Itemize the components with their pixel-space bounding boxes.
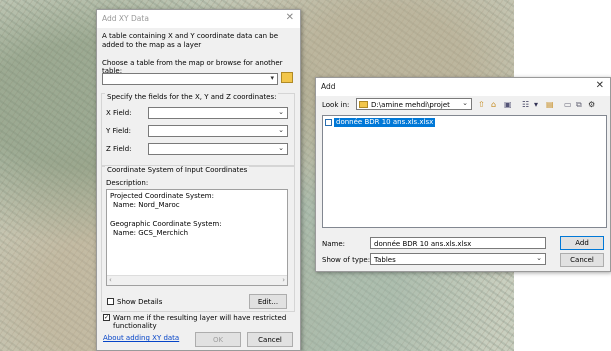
z-field-label: Z Field: [106, 145, 132, 153]
help-link[interactable]: About adding XY data [103, 334, 179, 342]
chevron-down-icon[interactable]: ⌄ [278, 144, 284, 152]
copy-icon[interactable]: ⧉ [576, 99, 582, 111]
name-input[interactable]: donnée BDR 10 ans.xls.xlsx [370, 237, 546, 249]
type-value: Tables [374, 256, 396, 264]
ok-button[interactable]: OK [195, 332, 241, 347]
title-bar[interactable]: Add ✕ [316, 78, 610, 96]
folder-icon [359, 101, 368, 108]
look-in-value: D:\amine mehdi\projet [371, 101, 450, 109]
up-folder-icon[interactable]: ⇧ [478, 99, 485, 111]
type-select[interactable]: Tables ⌄ [370, 253, 546, 265]
coord-description-box[interactable]: Projected Coordinate System: Name: Nord_… [106, 189, 288, 286]
catalog-icon[interactable]: ▭ [564, 99, 572, 111]
name-label: Name: [322, 240, 346, 248]
close-icon[interactable]: ✕ [596, 80, 604, 91]
toolbar: ⇧ ⌂ ▣ ☷ ▾ ▤ ▭ ⧉ ⚙ [476, 99, 608, 111]
edit-button[interactable]: Edit... [249, 294, 287, 309]
chevron-down-icon[interactable]: ⌄ [536, 254, 542, 262]
file-list[interactable]: donnée BDR 10 ans.xls.xlsx [322, 115, 607, 228]
new-folder-icon[interactable]: ▤ [546, 99, 554, 111]
connect-folder-icon[interactable]: ▣ [504, 99, 512, 111]
description-line: Geographic Coordinate System: [110, 220, 222, 228]
scroll-right-icon[interactable]: › [282, 276, 285, 284]
description-label: Description: [106, 179, 149, 187]
horizontal-scrollbar[interactable]: ‹ › [107, 275, 287, 285]
folder-browse-icon[interactable] [281, 72, 293, 83]
cancel-button[interactable]: Cancel [560, 253, 604, 267]
show-details-checkbox[interactable] [107, 298, 114, 305]
y-field-select[interactable]: ⌄ [148, 125, 288, 137]
table-file-icon [325, 119, 332, 126]
z-field-select[interactable]: ⌄ [148, 143, 288, 155]
x-field-label: X Field: [106, 109, 132, 117]
coord-system-title: Coordinate System of Input Coordinates [105, 166, 250, 174]
scroll-left-icon[interactable]: ‹ [109, 276, 112, 284]
description-line: Name: GCS_Merchich [113, 229, 189, 237]
coordinate-system-group: Coordinate System of Input Coordinates D… [101, 166, 295, 312]
chevron-down-icon[interactable]: ▾ [270, 74, 274, 82]
dialog-title: Add [321, 82, 336, 91]
y-field-label: Y Field: [106, 127, 132, 135]
close-icon[interactable]: ✕ [286, 12, 294, 23]
table-combo[interactable]: ▾ [102, 73, 278, 85]
home-icon[interactable]: ⌂ [491, 99, 496, 111]
warn-checkbox[interactable]: ✓ [103, 314, 110, 321]
chevron-down-icon[interactable]: ⌄ [278, 108, 284, 116]
chevron-down-icon[interactable]: ⌄ [462, 99, 468, 107]
fields-group: Specify the fields for the X, Y and Z co… [101, 93, 295, 166]
specify-fields-label: Specify the fields for the X, Y and Z co… [105, 93, 279, 101]
look-in-label: Look in: [322, 101, 350, 109]
add-xy-data-dialog: Add XY Data ✕ A table containing X and Y… [96, 9, 301, 351]
name-value: donnée BDR 10 ans.xls.xlsx [374, 240, 472, 248]
warn-label: Warn me if the resulting layer will have… [113, 314, 287, 330]
description-line: Name: Nord_Maroc [113, 201, 180, 209]
file-name: donnée BDR 10 ans.xls.xlsx [334, 118, 436, 127]
list-view-icon[interactable]: ☷ [522, 99, 529, 111]
options-icon[interactable]: ⚙ [588, 99, 595, 111]
chevron-down-icon[interactable]: ⌄ [278, 126, 284, 134]
add-dialog: Add ✕ Look in: D:\amine mehdi\projet ⌄ ⇧… [315, 77, 611, 272]
dialog-title: Add XY Data [102, 14, 149, 23]
type-label: Show of type: [322, 256, 371, 264]
cancel-button[interactable]: Cancel [247, 332, 293, 347]
x-field-select[interactable]: ⌄ [148, 107, 288, 119]
look-in-combo[interactable]: D:\amine mehdi\projet ⌄ [356, 98, 472, 110]
view-menu-icon[interactable]: ▾ [534, 99, 538, 111]
title-bar[interactable]: Add XY Data ✕ [97, 10, 300, 28]
dialog-description: A table containing X and Y coordinate da… [102, 32, 279, 49]
add-button[interactable]: Add [560, 236, 604, 250]
show-details-label: Show Details [117, 298, 163, 306]
description-line: Projected Coordinate System: [110, 192, 214, 200]
